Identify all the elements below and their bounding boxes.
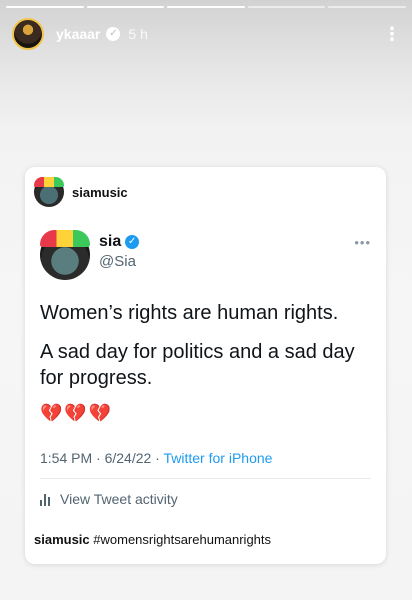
card-caption: siamusic #womensrightsarehumanrights [34, 532, 271, 547]
divider [40, 478, 371, 479]
story-header: ykaaar ✓ 5 h ⋮ [12, 18, 402, 50]
tweet-text-line-2: A sad day for politics and a sad day for… [40, 341, 355, 389]
tweet-text-line-1: Women’s rights are human rights. [40, 302, 339, 324]
progress-segment [167, 6, 245, 8]
story-time: 5 h [128, 26, 148, 42]
tweet-author-handle: @Sia [99, 253, 136, 270]
tweet-author-name: sia [99, 233, 122, 250]
progress-segment [328, 6, 406, 8]
tweet-share-card[interactable]: siamusic sia ✓ @Sia ••• Women’s rights a… [25, 167, 386, 564]
tweet-author-avatar [40, 230, 90, 280]
embedded-tweet: sia ✓ @Sia ••• Women’s rights are human … [40, 230, 371, 507]
verified-badge-icon: ✓ [125, 235, 140, 249]
more-horizontal-icon: ••• [354, 235, 371, 250]
more-vertical-icon[interactable]: ⋮ [382, 25, 402, 43]
verified-icon: ✓ [106, 27, 121, 41]
tweet-timestamp: 1:54 PM · 6/24/22 · [40, 450, 164, 466]
broken-heart-emojis: 💔💔💔 [40, 403, 114, 423]
card-account-avatar [34, 177, 64, 207]
caption-hashtag: #womensrightsarehumanrights [89, 532, 272, 547]
caption-username: siamusic [34, 532, 90, 547]
view-tweet-activity: View Tweet activity [40, 491, 371, 507]
progress-segment [6, 6, 84, 8]
progress-segment [86, 6, 165, 8]
analytics-bars-icon [40, 492, 52, 506]
story-user-avatar[interactable] [12, 18, 44, 50]
tweet-meta: 1:54 PM · 6/24/22 · Twitter for iPhone [40, 450, 371, 466]
card-account-header: siamusic [34, 177, 128, 207]
story-progress-bar [6, 6, 406, 8]
tweet-source: Twitter for iPhone [163, 450, 273, 466]
progress-segment [247, 6, 326, 8]
story-username[interactable]: ykaaar [56, 26, 100, 42]
card-account-name: siamusic [72, 184, 128, 200]
view-tweet-activity-label: View Tweet activity [60, 491, 178, 507]
